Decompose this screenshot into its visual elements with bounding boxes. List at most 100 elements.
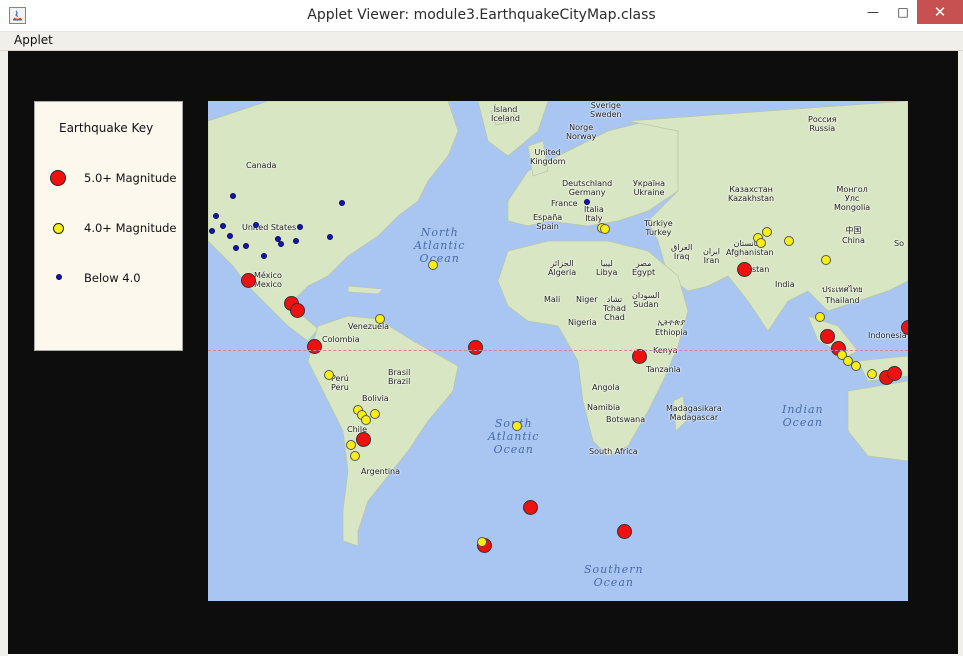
label-germany: Deutschland Germany bbox=[562, 179, 613, 197]
label-nigeria: Nigeria bbox=[568, 318, 597, 327]
label-egypt: مصر Egypt bbox=[632, 259, 656, 277]
label-argentina: Argentina bbox=[361, 467, 401, 476]
ocean-label-north-atlantic: North Atlantic Ocean bbox=[414, 226, 466, 265]
label-libya: ليبيا Libya bbox=[596, 259, 618, 277]
quake-marker-below4[interactable] bbox=[227, 233, 233, 239]
label-pakistan: stan bbox=[752, 265, 770, 274]
quake-marker-below4[interactable] bbox=[243, 243, 249, 249]
maximize-button[interactable]: □ bbox=[888, 0, 918, 24]
quake-marker-5plus[interactable] bbox=[241, 273, 256, 288]
ocean-label-southern: Southern Ocean bbox=[584, 563, 644, 589]
earthquake-key-panel: Earthquake Key 5.0+ Magnitude 4.0+ Magni… bbox=[34, 101, 183, 351]
label-brazil: Brasil Brazil bbox=[388, 368, 411, 386]
label-iraq: العراق Iraq bbox=[671, 243, 693, 261]
quake-marker-below4[interactable] bbox=[297, 224, 303, 230]
label-thailand: ประเทศไทย Thailand bbox=[822, 285, 863, 305]
window-frame-left bbox=[0, 51, 8, 656]
label-afghanistan: افغانستان Afghanistan bbox=[726, 239, 774, 257]
label-canada: Canada bbox=[246, 161, 277, 170]
quake-marker-below4[interactable] bbox=[230, 193, 236, 199]
quake-marker-4plus[interactable] bbox=[477, 537, 487, 547]
quake-marker-below4[interactable] bbox=[261, 253, 267, 259]
quake-marker-5plus[interactable] bbox=[307, 339, 322, 354]
label-turkey: Türkiye Turkey bbox=[644, 219, 673, 237]
label-so-cut: So bbox=[894, 239, 904, 248]
quake-marker-below4[interactable] bbox=[339, 200, 345, 206]
quake-marker-5plus[interactable] bbox=[523, 500, 538, 515]
quake-marker-below4[interactable] bbox=[253, 222, 259, 228]
key-title: Earthquake Key bbox=[59, 121, 154, 135]
quake-marker-4plus[interactable] bbox=[375, 314, 385, 324]
quake-marker-4plus[interactable] bbox=[346, 440, 356, 450]
key-swatch-large-red bbox=[50, 170, 66, 186]
quake-marker-5plus[interactable] bbox=[632, 349, 647, 364]
menu-bar: Applet bbox=[0, 32, 963, 51]
equator-line bbox=[208, 350, 908, 351]
quake-marker-4plus[interactable] bbox=[851, 361, 861, 371]
quake-marker-5plus[interactable] bbox=[468, 340, 483, 355]
quake-marker-below4[interactable] bbox=[213, 213, 219, 219]
label-namibia: Namibia bbox=[587, 403, 621, 412]
label-south-africa: South Africa bbox=[589, 447, 638, 456]
label-mali: Mali bbox=[544, 295, 561, 304]
close-button[interactable]: ✕ bbox=[917, 0, 963, 24]
window-title: Applet Viewer: module3.EarthquakeCityMap… bbox=[307, 7, 656, 23]
label-colombia: Colombia bbox=[322, 335, 360, 344]
quake-marker-4plus[interactable] bbox=[762, 227, 772, 237]
key-label-below-4: Below 4.0 bbox=[84, 271, 141, 285]
quake-marker-5plus[interactable] bbox=[356, 432, 371, 447]
quake-marker-4plus[interactable] bbox=[361, 415, 371, 425]
quake-marker-5plus[interactable] bbox=[887, 366, 902, 381]
label-uk: United Kingdom bbox=[530, 148, 566, 166]
key-swatch-medium-yellow bbox=[53, 223, 64, 234]
quake-marker-below4[interactable] bbox=[233, 245, 239, 251]
quake-marker-4plus[interactable] bbox=[600, 224, 610, 234]
quake-marker-below4[interactable] bbox=[584, 199, 590, 205]
quake-marker-below4[interactable] bbox=[209, 228, 215, 234]
label-iran: ایران Iran bbox=[703, 247, 720, 265]
quake-marker-4plus[interactable] bbox=[867, 369, 877, 379]
key-label-5-plus: 5.0+ Magnitude bbox=[84, 171, 177, 185]
key-label-4-plus: 4.0+ Magnitude bbox=[84, 221, 177, 235]
label-mexico: México Mexico bbox=[254, 271, 282, 289]
label-italy: Italia Italy bbox=[584, 205, 604, 223]
window-titlebar[interactable]: Applet Viewer: module3.EarthquakeCityMap… bbox=[0, 0, 963, 32]
quake-marker-4plus[interactable] bbox=[756, 238, 766, 248]
window-frame-right bbox=[958, 51, 963, 656]
quake-marker-4plus[interactable] bbox=[821, 255, 831, 265]
quake-marker-below4[interactable] bbox=[278, 241, 284, 247]
label-kazakhstan: Казахстан Kazakhstan bbox=[728, 185, 775, 203]
label-norway: Norge Norway bbox=[566, 123, 597, 141]
label-france: France bbox=[551, 199, 578, 208]
label-indonesia: Indonesia bbox=[868, 331, 907, 340]
quake-marker-4plus[interactable] bbox=[512, 421, 522, 431]
quake-marker-4plus[interactable] bbox=[815, 312, 825, 322]
quake-marker-below4[interactable] bbox=[220, 223, 226, 229]
quake-marker-5plus[interactable] bbox=[737, 262, 752, 277]
world-map[interactable]: Ísland Iceland Sverige Sweden Norge Norw… bbox=[208, 101, 908, 601]
label-china: 中国 China bbox=[842, 226, 865, 245]
label-bolivia: Bolivia bbox=[362, 394, 389, 403]
label-mongolia: Монгол Улс Mongolia bbox=[834, 185, 871, 212]
quake-marker-below4[interactable] bbox=[293, 238, 299, 244]
quake-marker-below4[interactable] bbox=[327, 234, 333, 240]
label-india: India bbox=[775, 280, 795, 289]
label-botswana: Botswana bbox=[606, 415, 646, 424]
quake-marker-4plus[interactable] bbox=[784, 236, 794, 246]
label-niger: Niger bbox=[576, 295, 598, 304]
quake-marker-4plus[interactable] bbox=[350, 451, 360, 461]
quake-marker-4plus[interactable] bbox=[428, 260, 438, 270]
ocean-label-indian: Indian Ocean bbox=[782, 403, 824, 429]
quake-marker-5plus[interactable] bbox=[617, 524, 632, 539]
label-angola: Angola bbox=[592, 383, 620, 392]
label-sudan: السودان Sudan bbox=[632, 291, 660, 309]
label-ethiopia: ኢትዮጵያ Ethiopia bbox=[655, 318, 688, 337]
quake-marker-5plus[interactable] bbox=[290, 303, 305, 318]
label-madagascar: Madagasikara Madagascar bbox=[666, 404, 722, 422]
label-sweden: Sverige Sweden bbox=[590, 101, 622, 119]
menu-applet[interactable]: Applet bbox=[14, 33, 53, 47]
quake-marker-4plus[interactable] bbox=[324, 370, 334, 380]
minimize-button[interactable]: — bbox=[858, 0, 888, 24]
label-algeria: الجزائر Algeria bbox=[548, 259, 577, 277]
quake-marker-4plus[interactable] bbox=[370, 409, 380, 419]
